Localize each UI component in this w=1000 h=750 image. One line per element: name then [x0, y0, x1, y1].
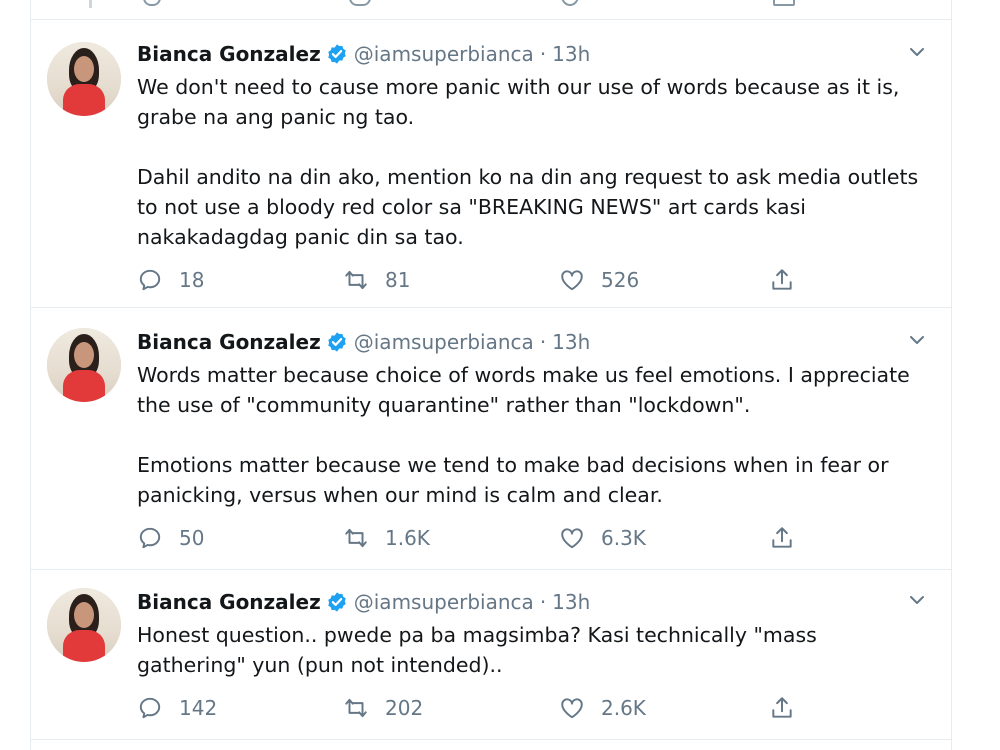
tweet-header: Bianca Gonzalez @iamsuperbianca · 13h [137, 40, 590, 68]
like-button[interactable]: 2.6K [559, 692, 646, 724]
thread-connector-line [89, 0, 92, 8]
share-icon [772, 269, 792, 290]
reply-icon[interactable] [143, 0, 161, 6]
like-icon [561, 528, 583, 549]
verified-badge-icon [328, 592, 346, 612]
share-button[interactable] [769, 264, 795, 296]
avatar[interactable] [47, 588, 121, 662]
share-button[interactable] [769, 692, 795, 724]
reply-icon [139, 527, 161, 549]
share-button[interactable] [769, 522, 795, 554]
retweet-button[interactable]: 81 [343, 264, 410, 296]
like-icon[interactable] [561, 0, 579, 6]
chevron-down-icon[interactable] [907, 42, 927, 62]
tweet[interactable]: Bianca Gonzalez @iamsuperbianca · 13h Ho… [31, 570, 951, 740]
timestamp[interactable]: 13h [552, 42, 590, 66]
avatar[interactable] [47, 42, 121, 116]
separator-dot: · [539, 42, 547, 66]
retweet-count: 1.6K [385, 526, 430, 550]
reply-button[interactable]: 18 [137, 264, 204, 296]
tweet-text: Words matter because choice of words mak… [137, 360, 927, 510]
like-button[interactable]: 6.3K [559, 522, 646, 554]
display-name[interactable]: Bianca Gonzalez [137, 42, 321, 66]
reply-icon [139, 269, 161, 291]
share-icon[interactable] [773, 0, 795, 6]
reply-count: 142 [179, 696, 218, 720]
like-count: 6.3K [601, 526, 646, 550]
verified-badge-icon [328, 332, 346, 352]
user-handle[interactable]: @iamsuperbianca [354, 42, 534, 66]
chevron-down-icon[interactable] [907, 330, 927, 350]
tweet-paragraph: We don't need to cause more panic with o… [137, 75, 900, 129]
retweet-count: 202 [385, 696, 424, 720]
tweet-text: Honest question.. pwede pa ba magsimba? … [137, 620, 927, 680]
retweet-icon[interactable] [349, 0, 371, 6]
retweet-count: 81 [385, 268, 411, 292]
retweet-button[interactable]: 202 [343, 692, 423, 724]
reply-count: 50 [179, 526, 205, 550]
share-icon [772, 527, 792, 548]
like-count: 526 [601, 268, 640, 292]
verified-badge-icon [328, 44, 346, 64]
tweet-paragraph: Dahil andito na din ako, mention ko na d… [137, 165, 919, 249]
reply-button[interactable]: 50 [137, 522, 204, 554]
timestamp[interactable]: 13h [552, 330, 590, 354]
tweet-text: We don't need to cause more panic with o… [137, 72, 927, 252]
tweet-paragraph: Emotions matter because we tend to make … [137, 453, 889, 507]
timestamp[interactable]: 13h [552, 590, 590, 614]
retweet-icon [345, 528, 367, 548]
like-count: 2.6K [601, 696, 646, 720]
user-handle[interactable]: @iamsuperbianca [354, 590, 534, 614]
display-name[interactable]: Bianca Gonzalez [137, 590, 321, 614]
tweet-actions: 50 1.6K 6.3K [137, 522, 817, 554]
tweet[interactable]: Bianca Gonzalez @iamsuperbianca · 13h Wo… [31, 308, 951, 570]
display-name[interactable]: Bianca Gonzalez [137, 330, 321, 354]
tweet-actions: 142 202 2.6K [137, 692, 817, 724]
share-icon [772, 697, 792, 718]
like-icon [561, 698, 583, 719]
separator-dot: · [539, 590, 547, 614]
reply-button[interactable]: 142 [137, 692, 217, 724]
reply-count: 18 [179, 268, 205, 292]
tweet-header: Bianca Gonzalez @iamsuperbianca · 13h [137, 588, 590, 616]
separator-dot: · [539, 330, 547, 354]
like-icon [561, 270, 583, 291]
retweet-icon [345, 270, 367, 290]
retweet-icon [345, 698, 367, 718]
avatar[interactable] [47, 328, 121, 402]
like-button[interactable]: 526 [559, 264, 639, 296]
reply-icon [139, 697, 161, 719]
tweet-header: Bianca Gonzalez @iamsuperbianca · 13h [137, 328, 590, 356]
tweet-paragraph: Honest question.. pwede pa ba magsimba? … [137, 623, 817, 677]
tweet-paragraph: Words matter because choice of words mak… [137, 363, 910, 417]
user-handle[interactable]: @iamsuperbianca [354, 330, 534, 354]
previous-tweet-actions-cutoff [31, 0, 951, 20]
tweet-actions: 18 81 526 [137, 264, 817, 296]
retweet-button[interactable]: 1.6K [343, 522, 430, 554]
timeline: Bianca Gonzalez @iamsuperbianca · 13h We… [30, 0, 952, 750]
chevron-down-icon[interactable] [907, 590, 927, 610]
tweet[interactable]: Bianca Gonzalez @iamsuperbianca · 13h We… [31, 20, 951, 308]
